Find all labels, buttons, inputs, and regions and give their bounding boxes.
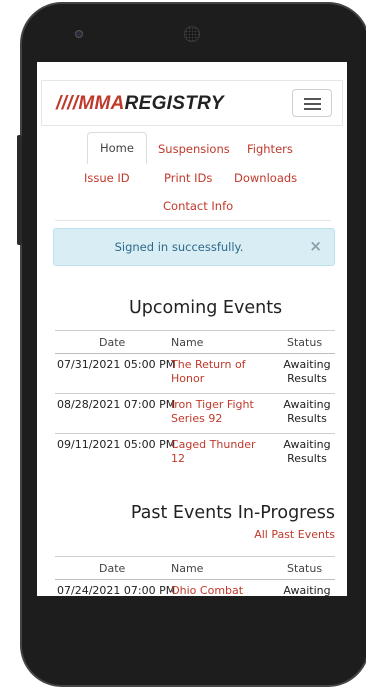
brand-logo[interactable]: ////MMAREGISTRY xyxy=(56,93,224,115)
brand-slashes: //// xyxy=(56,93,79,114)
hamburger-icon xyxy=(304,108,321,110)
past-events-table: Date Name Status 07/24/2021 07:00 PM Ohi… xyxy=(55,556,335,596)
event-name-link[interactable]: Ohio Combat xyxy=(171,584,259,596)
event-status: Awaiting Results xyxy=(283,358,331,385)
col-name: Name xyxy=(171,336,204,349)
table-row: 09/11/2021 05:00 PM Caged Thunder 12 Awa… xyxy=(55,434,335,474)
tab-suspensions[interactable]: Suspensions xyxy=(158,142,230,156)
upcoming-events-title: Upcoming Events xyxy=(129,298,283,318)
tab-home[interactable]: Home xyxy=(87,132,147,164)
past-events-title: Past Events In-Progress xyxy=(130,503,335,523)
event-date: 07/24/2021 07:00 PM xyxy=(57,584,176,596)
col-status: Status xyxy=(287,562,323,575)
col-status: Status xyxy=(287,336,323,349)
upcoming-events-table: Date Name Status 07/31/2021 05:00 PM The… xyxy=(55,330,335,474)
navbar: ////MMAREGISTRY xyxy=(41,80,343,126)
hamburger-icon xyxy=(304,98,321,100)
success-alert: Signed in successfully. × xyxy=(53,228,335,266)
front-camera-icon xyxy=(75,30,83,38)
tabs-divider xyxy=(55,220,331,221)
speaker-grille xyxy=(184,26,200,42)
close-icon[interactable]: × xyxy=(309,237,322,255)
alert-message: Signed in successfully. xyxy=(114,240,244,254)
all-past-events-link[interactable]: All Past Events xyxy=(254,528,335,541)
tab-contact-info[interactable]: Contact Info xyxy=(163,199,233,213)
menu-toggle-button[interactable] xyxy=(292,89,332,117)
table-header: Date Name Status xyxy=(55,556,335,580)
tab-print-ids[interactable]: Print IDs xyxy=(164,171,212,185)
tab-downloads[interactable]: Downloads xyxy=(234,171,297,185)
event-name-link[interactable]: Caged Thunder 12 xyxy=(171,438,259,466)
event-date: 09/11/2021 05:00 PM xyxy=(57,438,176,451)
table-row: 07/24/2021 07:00 PM Ohio Combat Awaiting xyxy=(55,580,335,596)
event-status: Awaiting Results xyxy=(283,398,331,425)
phone-bottom-bezel xyxy=(37,596,347,620)
event-name-link[interactable]: The Return of Honor xyxy=(171,358,259,386)
table-row: 07/31/2021 05:00 PM The Return of Honor … xyxy=(55,354,335,394)
table-header: Date Name Status xyxy=(55,330,335,354)
tab-issue-id[interactable]: Issue ID xyxy=(84,171,130,185)
hamburger-icon xyxy=(304,103,321,105)
col-date: Date xyxy=(99,336,126,349)
brand-mma: MMA xyxy=(78,93,125,114)
col-name: Name xyxy=(171,562,204,575)
phone-screen: ////MMAREGISTRY Home Suspensions Fighter… xyxy=(37,62,347,596)
phone-side-button xyxy=(17,135,22,245)
event-date: 08/28/2021 07:00 PM xyxy=(57,398,176,411)
col-date: Date xyxy=(99,562,126,575)
brand-registry: REGISTRY xyxy=(124,93,224,114)
event-status: Awaiting xyxy=(283,584,331,596)
event-name-link[interactable]: Iron Tiger Fight Series 92 xyxy=(171,398,259,426)
event-date: 07/31/2021 05:00 PM xyxy=(57,358,176,371)
event-status: Awaiting Results xyxy=(283,438,331,465)
tab-fighters[interactable]: Fighters xyxy=(247,142,293,156)
table-row: 08/28/2021 07:00 PM Iron Tiger Fight Ser… xyxy=(55,394,335,434)
